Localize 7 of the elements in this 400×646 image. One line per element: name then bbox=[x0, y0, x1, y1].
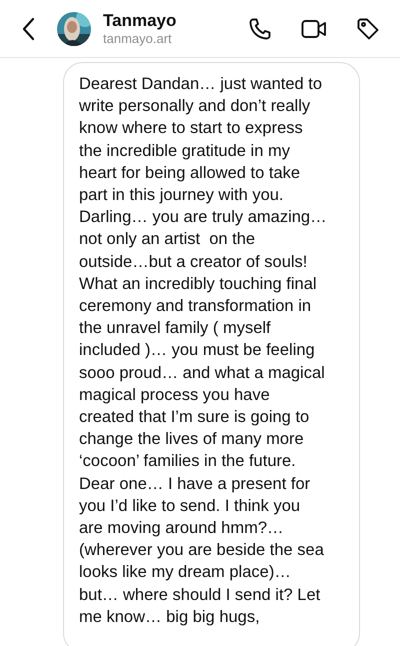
video-camera-icon bbox=[301, 18, 327, 40]
contact-name: Tanmayo bbox=[103, 10, 176, 31]
tag-icon bbox=[356, 16, 380, 40]
phone-icon bbox=[248, 16, 272, 40]
back-icon bbox=[21, 16, 35, 40]
message-text: Dearest Dandan… just wanted to write personally and don’t really know where to start to express the incredible gratitude in my heart for being allowed to take part in this journey with you. Darling… you are truly amazing… not only an artist on the outside…but a creator of souls! What an incredibly touching final ceremony and transformation in the unravel family ( myself included )… you must be feeling sooo proud… and what a magical magical process you have created that I’m sure is going to change the lives of many more ‘cocoon’ families in the future. Dear one… I have a present for you I’d like to send. I think you are moving around hmm?… (wherever you are beside the sea looks like my dream place)… but… where should I send it? Let me know… big big hugs, bbox=[79, 74, 328, 628]
contact-username: tanmayo.art bbox=[103, 31, 173, 48]
